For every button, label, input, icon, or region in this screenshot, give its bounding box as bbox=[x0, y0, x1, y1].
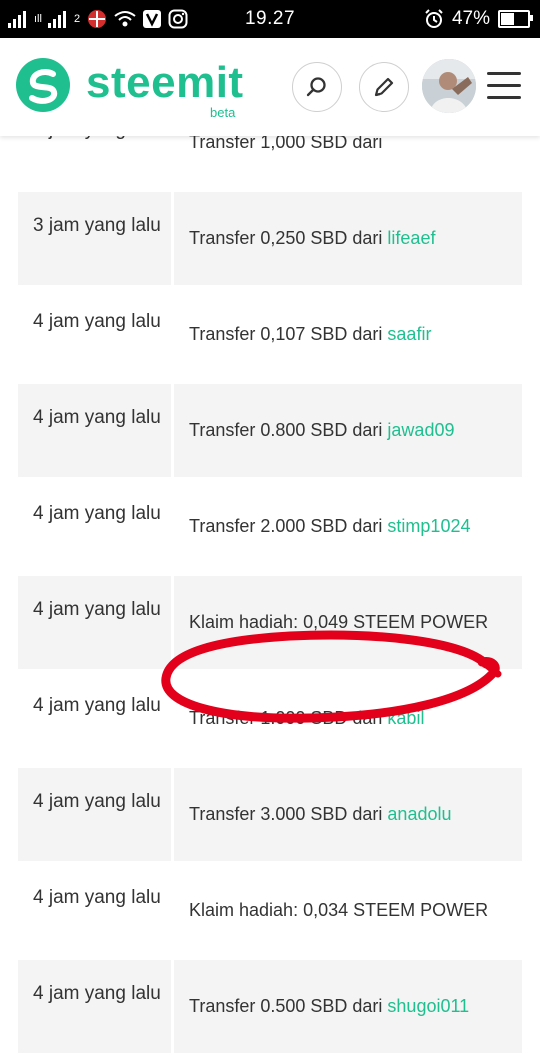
beta-label: beta bbox=[210, 105, 236, 120]
table-row: 4 jam yang lalu Transfer 0.800 SBD dari ja… bbox=[18, 384, 522, 477]
table-row: 4 jam yang lalu Transfer 3.000 SBD dari an… bbox=[18, 768, 522, 861]
row-description: Transfer 2.000 SBD dari stimp1024 bbox=[174, 480, 522, 573]
battery-percent: 47% bbox=[451, 8, 490, 29]
transaction-history-table: 2 jam yang laluTransfer 1,000 SBD dari3 … bbox=[18, 96, 522, 1056]
battery-fill bbox=[501, 13, 515, 25]
row-description-text: Transfer 0.500 SBD dari bbox=[189, 996, 383, 1016]
sender-user-link[interactable]: kabil bbox=[387, 708, 424, 729]
row-time: 4 jam yang lalu bbox=[18, 864, 171, 957]
sender-user-link[interactable]: anadolu bbox=[387, 804, 451, 825]
avatar-image bbox=[422, 59, 476, 113]
row-description: Klaim hadiah: 0,049 STEEM POWER bbox=[174, 576, 522, 669]
row-description: Klaim hadiah: 0,034 STEEM POWER bbox=[174, 864, 522, 957]
row-description: Transfer 0,250 SBD dari lifeaef bbox=[174, 192, 522, 285]
table-row: 4 jam yang lalu Klaim hadiah: 0,034 STEEM… bbox=[18, 864, 522, 957]
table-row: 3 jam yang lalu Transfer 0,250 SBD dari li… bbox=[18, 192, 522, 285]
row-description-text: Klaim hadiah: 0,034 STEEM POWER bbox=[189, 900, 489, 920]
pencil-icon bbox=[374, 77, 394, 97]
steemit-logo-icon[interactable] bbox=[14, 56, 72, 114]
table-row: 4 jam yang lalu Transfer 1.000 SBD dari ka… bbox=[18, 672, 522, 765]
row-time: 4 jam yang lalu bbox=[18, 480, 171, 573]
row-description: Transfer 0.500 SBD dari shugoi011 bbox=[174, 960, 522, 1053]
app-header: steemit beta bbox=[0, 38, 540, 136]
row-description-text: Transfer 1.000 SBD dari bbox=[189, 708, 383, 728]
sender-user-link[interactable]: shugoi011 bbox=[387, 996, 469, 1017]
sender-user-link[interactable]: stimp1024 bbox=[387, 516, 470, 537]
hamburger-menu-icon[interactable] bbox=[487, 72, 521, 102]
user-avatar[interactable] bbox=[422, 59, 476, 113]
row-time: 4 jam yang lalu bbox=[18, 960, 171, 1053]
row-time: 4 jam yang lalu bbox=[18, 576, 171, 669]
row-time: 4 jam yang lalu bbox=[18, 384, 171, 477]
table-row: 4 jam yang lalu Transfer 0.500 SBD dari sh… bbox=[18, 960, 522, 1053]
row-time: 3 jam yang lalu bbox=[18, 192, 171, 285]
search-button[interactable] bbox=[292, 62, 342, 112]
search-icon bbox=[306, 77, 326, 97]
sender-user-link[interactable]: lifeaef bbox=[387, 228, 435, 249]
sender-user-link[interactable]: saafir bbox=[387, 324, 431, 345]
row-description: Transfer 0.800 SBD dari jawad09 bbox=[174, 384, 522, 477]
write-post-button[interactable] bbox=[359, 62, 409, 112]
status-right: 47% bbox=[424, 7, 533, 31]
row-description: Transfer 1.000 SBD dari kabil bbox=[174, 672, 522, 765]
row-time: 4 jam yang lalu bbox=[18, 768, 171, 861]
row-description-text: Transfer 0,107 SBD dari bbox=[189, 324, 383, 344]
sender-user-link[interactable]: jawad09 bbox=[387, 420, 454, 441]
alarm-icon bbox=[425, 9, 443, 28]
battery-icon bbox=[498, 10, 533, 28]
table-row: 4 jam yang lalu Transfer 2.000 SBD dari st… bbox=[18, 480, 522, 573]
row-description-text: Transfer 2.000 SBD dari bbox=[189, 516, 383, 536]
row-description-text: Klaim hadiah: 0,049 STEEM POWER bbox=[189, 612, 489, 632]
table-row: 4 jam yang lalu Klaim hadiah: 0,049 STEEM… bbox=[18, 576, 522, 669]
row-time: 4 jam yang lalu bbox=[18, 672, 171, 765]
status-bar: ıll 2 19.27 47% bbox=[0, 0, 540, 38]
brand-name[interactable]: steemit bbox=[86, 58, 244, 108]
row-description-text: Transfer 3.000 SBD dari bbox=[189, 804, 383, 824]
row-time: 4 jam yang lalu bbox=[18, 288, 171, 381]
table-row: 4 jam yang lalu Transfer 0,107 SBD dari sa… bbox=[18, 288, 522, 381]
row-description-text: Transfer 0.800 SBD dari bbox=[189, 420, 383, 440]
row-description: Transfer 3.000 SBD dari anadolu bbox=[174, 768, 522, 861]
row-description: Transfer 0,107 SBD dari saafir bbox=[174, 288, 522, 381]
row-description-text: Transfer 0,250 SBD dari bbox=[189, 228, 383, 248]
